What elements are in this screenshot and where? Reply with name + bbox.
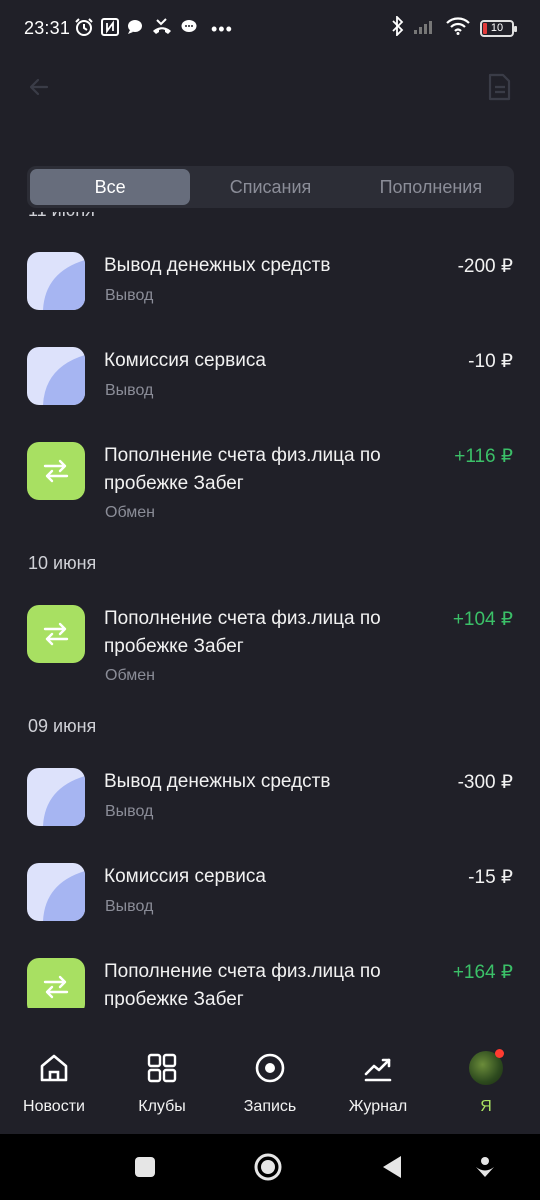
nav-label: Новости [23,1098,85,1115]
nfc-icon [101,17,119,41]
transaction-type: Обмен [105,667,155,684]
avatar [469,1049,504,1085]
exchange-icon [27,605,85,663]
filter-tabs: Все Списания Пополнения [27,166,514,208]
transaction-title: Комиссия сервиса [104,350,266,371]
triangle-back-icon [383,1156,401,1178]
transaction-amount: -300 ₽ [457,772,513,793]
transaction-list[interactable]: 11 июня Вывод денежных средств Вывод -20… [0,212,540,1008]
grid-icon [144,1050,180,1086]
tab-debits[interactable]: Списания [190,169,350,205]
transaction-amount: +164 ₽ [452,962,513,983]
transaction-title: Пополнение счета физ.лица по пробежке За… [104,961,381,1008]
battery-icon: 10 [480,19,517,37]
tab-all[interactable]: Все [30,169,191,205]
back-button[interactable] [22,70,56,104]
transaction-type: Вывод [105,898,154,915]
statement-button[interactable] [482,70,516,104]
system-navigation-bar [0,1134,540,1200]
transaction-type: Обмен [105,504,155,521]
withdraw-icon [27,768,85,826]
bottom-navigation: Новости Клубы Запись Журнал Я [0,1036,540,1134]
bluetooth-icon [392,14,404,41]
transaction-amount: -15 ₽ [468,867,513,888]
nav-journal[interactable]: Журнал [324,1050,432,1130]
home-icon [36,1050,72,1086]
date-header: 11 июня [28,212,95,221]
transaction-amount: -10 ₽ [468,351,513,372]
nav-profile[interactable]: Я [432,1049,540,1130]
square-icon [135,1157,155,1177]
withdraw-icon [27,347,85,405]
recents-button[interactable] [130,1152,160,1182]
more-icon: ••• [211,18,233,39]
assistant-button[interactable] [470,1152,500,1182]
transaction-title: Вывод денежных средств [104,255,331,276]
nav-clubs[interactable]: Клубы [108,1050,216,1130]
chat-icon [126,18,144,41]
transaction-amount: -200 ₽ [457,256,513,277]
nav-label: Журнал [348,1098,408,1115]
withdraw-icon [27,252,85,310]
messages-icon [180,18,198,41]
nav-news[interactable]: Новости [0,1050,108,1130]
avatar-wrapper [468,1049,504,1086]
exchange-icon [27,442,85,500]
wifi-icon [446,16,470,40]
date-header: 10 июня [28,553,97,573]
transaction-amount: +116 ₽ [454,446,513,467]
back-arrow-icon [29,78,49,96]
battery-level: 10 [490,22,504,34]
transaction-type: Вывод [105,382,154,399]
missed-call-icon [151,17,173,41]
date-header: 09 июня [28,716,97,736]
alarm-icon [74,17,94,42]
circle-icon [254,1153,282,1181]
nav-label: Запись [243,1098,297,1115]
home-button[interactable] [253,1152,283,1182]
transaction-title: Вывод денежных средств [104,771,331,792]
nav-record[interactable]: Запись [216,1050,324,1130]
transaction-type: Вывод [105,803,154,820]
assistant-icon [476,1157,494,1177]
trend-icon [360,1050,396,1086]
transaction-amount: +104 ₽ [452,609,513,630]
top-app-bar [0,58,540,114]
withdraw-icon [27,863,85,921]
nav-label: Я [480,1098,492,1115]
document-icon [488,73,511,101]
exchange-icon [27,958,85,1008]
back-nav-button[interactable] [377,1152,407,1182]
transaction-title: Пополнение счета физ.лица по пробежке За… [104,608,381,657]
status-time: 23:31 [24,18,71,38]
transaction-type: Вывод [105,287,154,304]
nav-label: Клубы [138,1098,186,1115]
tab-top-ups[interactable]: Пополнения [351,169,511,205]
status-bar: 23:31 ••• 10 [0,0,540,58]
transaction-title: Пополнение счета физ.лица по пробежке За… [104,445,381,494]
transaction-title: Комиссия сервиса [104,866,266,887]
signal-icon [414,18,436,39]
record-icon [252,1050,288,1086]
